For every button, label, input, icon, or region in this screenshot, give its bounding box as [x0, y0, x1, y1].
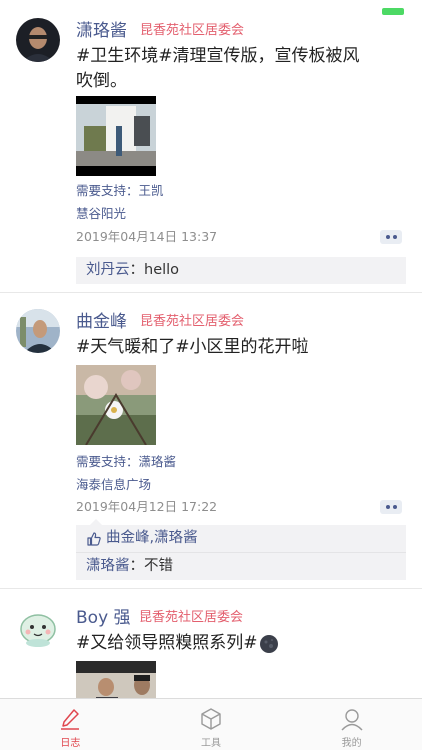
comment-box: 刘丹云：hello [76, 257, 406, 284]
post-content: #又给领导照糗照系列# [76, 631, 376, 656]
post-card: Boy 强 昆香苑社区居委会 #又给领导照糗照系列# [0, 589, 422, 698]
post-content: #卫生环境#清理宣传版，宣传板被风吹倒。 [76, 46, 360, 91]
comment-box: 曲金峰,潇珞酱 潇珞酱：不错 [76, 519, 406, 580]
avatar[interactable] [16, 18, 60, 62]
person-icon [341, 709, 363, 731]
comment-item[interactable]: 潇珞酱：不错 [76, 553, 406, 580]
tab-label: 工具 [201, 738, 221, 749]
post-photo[interactable] [76, 661, 156, 698]
post-content: #天气暖和了#小区里的花开啦 [76, 337, 309, 357]
likes-names[interactable]: 曲金峰,潇珞酱 [106, 525, 198, 552]
comment-author[interactable]: 潇珞酱 [86, 558, 130, 574]
likes-row: 曲金峰,潇珞酱 [76, 525, 406, 553]
comment-author[interactable]: 刘丹云 [86, 262, 130, 278]
tab-label: 日志 [60, 738, 81, 749]
post-org-label: 昆香苑社区居委会 [140, 314, 245, 329]
moon-emoji-icon [259, 634, 278, 653]
location-text[interactable]: 海泰信息广场 [76, 476, 151, 494]
tab-log[interactable]: 日志 [0, 699, 141, 750]
post-content-text: #又给领导照糗照系列# [76, 633, 258, 653]
comment-text: ：不错 [129, 558, 174, 574]
avatar[interactable] [16, 309, 60, 353]
post-card: 潇珞酱 昆香苑社区居委会 #卫生环境#清理宣传版，宣传板被风吹倒。 需要支持：王… [0, 0, 422, 293]
tab-tools[interactable]: 工具 [141, 699, 282, 750]
comment-text: ：hello [129, 262, 180, 278]
more-options-button[interactable] [380, 230, 402, 244]
post-card: 曲金峰 昆香苑社区居委会 #天气暖和了#小区里的花开啦 需要支持：潇珞酱 海泰信… [0, 293, 422, 589]
post-author-name[interactable]: 曲金峰 [76, 311, 127, 333]
post-photo[interactable] [76, 96, 156, 176]
avatar[interactable] [16, 605, 60, 649]
tab-mine[interactable]: 我的 [281, 699, 422, 750]
location-text[interactable]: 慧谷阳光 [76, 205, 126, 223]
post-org-label: 昆香苑社区居委会 [140, 23, 245, 38]
feed-list[interactable]: 潇珞酱 昆香苑社区居委会 #卫生环境#清理宣传版，宣传板被风吹倒。 需要支持：王… [0, 0, 422, 698]
post-time: 2019年04月14日 13:37 [76, 229, 218, 244]
more-options-button[interactable] [380, 500, 402, 514]
bottom-tab-bar: 日志 工具 我的 [0, 698, 422, 750]
cube-icon [201, 708, 221, 730]
pencil-icon [61, 709, 80, 730]
post-time: 2019年04月12日 17:22 [76, 499, 218, 514]
post-author-name[interactable]: Boy 强 [76, 607, 131, 629]
post-photo[interactable] [76, 365, 156, 445]
post-author-name[interactable]: 潇珞酱 [76, 20, 127, 42]
post-org-label: 昆香苑社区居委会 [139, 610, 244, 625]
support-text: 需要支持：王凯 [76, 183, 164, 198]
comment-item[interactable]: 刘丹云：hello [76, 257, 406, 284]
thumbs-up-icon [87, 531, 101, 546]
support-text: 需要支持：潇珞酱 [76, 454, 177, 469]
comment-box-pointer [90, 519, 102, 525]
tab-label: 我的 [341, 738, 362, 749]
